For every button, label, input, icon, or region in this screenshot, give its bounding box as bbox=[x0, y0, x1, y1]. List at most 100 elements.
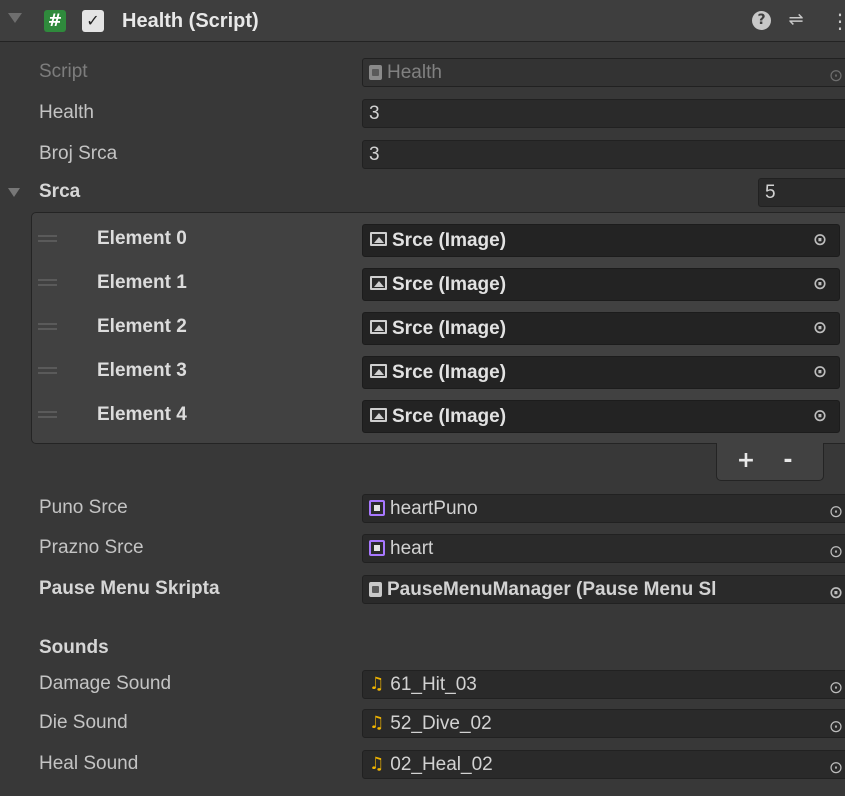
prazno-srce-label: Prazno Srce bbox=[39, 537, 144, 558]
list-item: Element 4 Srce (Image) ⊙ bbox=[0, 395, 845, 439]
image-icon bbox=[370, 408, 387, 422]
broj-srca-input[interactable]: 3 bbox=[362, 140, 845, 169]
die-sound-label: Die Sound bbox=[39, 712, 128, 733]
pause-menu-field[interactable]: PauseMenuManager (Pause Menu Sl ⊙ bbox=[362, 575, 845, 604]
broj-srca-value: 3 bbox=[369, 144, 380, 165]
element-value: Srce (Image) bbox=[392, 230, 507, 251]
drag-handle-icon[interactable] bbox=[38, 323, 57, 330]
object-picker-icon[interactable]: ⊙ bbox=[805, 227, 835, 254]
remove-element-button[interactable]: - bbox=[773, 447, 803, 475]
health-value: 3 bbox=[369, 103, 380, 124]
element-value: Srce (Image) bbox=[392, 318, 507, 339]
sprite-icon bbox=[369, 540, 385, 556]
die-sound-field[interactable]: ♫ 52_Dive_02 ⊙ bbox=[362, 709, 845, 738]
element-value: Srce (Image) bbox=[392, 406, 507, 427]
damage-sound-label: Damage Sound bbox=[39, 673, 172, 694]
element-object-field[interactable]: Srce (Image) ⊙ bbox=[362, 224, 840, 257]
heal-sound-label: Heal Sound bbox=[39, 753, 139, 774]
presets-icon[interactable]: ⇌ bbox=[786, 9, 806, 31]
object-picker-icon[interactable]: ⊙ bbox=[821, 499, 845, 522]
drag-handle-icon[interactable] bbox=[38, 279, 57, 286]
element-label: Element 2 bbox=[97, 316, 187, 337]
health-row: Health 3 bbox=[0, 95, 845, 131]
die-sound-row: Die Sound ♫ 52_Dive_02 ⊙ bbox=[0, 705, 845, 741]
damage-sound-value: 61_Hit_03 bbox=[390, 674, 477, 695]
drag-handle-icon[interactable] bbox=[38, 367, 57, 374]
inspector-panel: # ✓ Health (Script) ? ⇌ ⋮ Script Health … bbox=[0, 0, 845, 796]
object-picker-icon[interactable]: ⊙ bbox=[821, 675, 845, 698]
audio-clip-icon: ♫ bbox=[369, 713, 385, 733]
element-value: Srce (Image) bbox=[392, 362, 507, 383]
pause-menu-label: Pause Menu Skripta bbox=[39, 578, 220, 599]
object-picker-icon[interactable]: ⊙ bbox=[821, 714, 845, 737]
help-icon[interactable]: ? bbox=[752, 11, 771, 30]
puno-srce-label: Puno Srce bbox=[39, 497, 128, 518]
audio-clip-icon: ♫ bbox=[369, 754, 385, 774]
context-menu-icon[interactable]: ⋮ bbox=[830, 9, 845, 33]
broj-srca-row: Broj Srca 3 bbox=[0, 136, 845, 172]
srca-size-input[interactable]: 5 bbox=[758, 178, 845, 207]
object-picker-icon[interactable]: ⊙ bbox=[821, 539, 845, 562]
add-element-button[interactable]: + bbox=[731, 447, 761, 475]
drag-handle-icon[interactable] bbox=[38, 235, 57, 242]
prazno-srce-field[interactable]: heart ⊙ bbox=[362, 534, 845, 563]
component-title: Health (Script) bbox=[122, 10, 259, 32]
image-icon bbox=[370, 276, 387, 290]
script-asset-icon bbox=[369, 582, 382, 597]
component-header[interactable]: # ✓ Health (Script) ? ⇌ ⋮ bbox=[0, 0, 845, 42]
element-object-field[interactable]: Srce (Image) ⊙ bbox=[362, 312, 840, 345]
image-icon bbox=[370, 320, 387, 334]
foldout-arrow-icon[interactable] bbox=[8, 13, 22, 23]
element-value: Srce (Image) bbox=[392, 274, 507, 295]
damage-sound-field[interactable]: ♫ 61_Hit_03 ⊙ bbox=[362, 670, 845, 699]
list-item: Element 1 Srce (Image) ⊙ bbox=[0, 263, 845, 307]
object-picker-icon[interactable]: ⊙ bbox=[821, 580, 845, 603]
heal-sound-row: Heal Sound ♫ 02_Heal_02 ⊙ bbox=[0, 746, 845, 782]
heal-sound-field[interactable]: ♫ 02_Heal_02 ⊙ bbox=[362, 750, 845, 779]
pause-menu-row: Pause Menu Skripta PauseMenuManager (Pau… bbox=[0, 571, 845, 607]
image-icon bbox=[370, 232, 387, 246]
object-picker-icon[interactable]: ⊙ bbox=[805, 315, 835, 342]
object-picker-icon[interactable]: ⊙ bbox=[821, 755, 845, 778]
element-object-field[interactable]: Srce (Image) ⊙ bbox=[362, 268, 840, 301]
puno-srce-value: heartPuno bbox=[390, 498, 478, 519]
health-label: Health bbox=[39, 102, 94, 123]
object-picker-icon[interactable]: ⊙ bbox=[805, 359, 835, 386]
component-enabled-checkbox[interactable]: ✓ bbox=[82, 10, 104, 32]
list-item: Element 3 Srce (Image) ⊙ bbox=[0, 351, 845, 395]
script-label: Script bbox=[39, 61, 88, 82]
sprite-icon bbox=[369, 500, 385, 516]
list-item: Element 2 Srce (Image) ⊙ bbox=[0, 307, 845, 351]
srca-array-header[interactable]: Srca 5 bbox=[0, 174, 845, 210]
object-picker-icon[interactable]: ⊙ bbox=[805, 403, 835, 430]
script-value: Health bbox=[387, 62, 442, 83]
puno-srce-field[interactable]: heartPuno ⊙ bbox=[362, 494, 845, 523]
script-row: Script Health ⊙ bbox=[0, 54, 845, 90]
list-item: Element 0 Srce (Image) ⊙ bbox=[0, 219, 845, 263]
object-picker-icon: ⊙ bbox=[828, 66, 844, 86]
script-field: Health ⊙ bbox=[362, 58, 845, 87]
broj-srca-label: Broj Srca bbox=[39, 143, 118, 164]
element-object-field[interactable]: Srce (Image) ⊙ bbox=[362, 356, 840, 389]
element-object-field[interactable]: Srce (Image) ⊙ bbox=[362, 400, 840, 433]
damage-sound-row: Damage Sound ♫ 61_Hit_03 ⊙ bbox=[0, 666, 845, 702]
image-icon bbox=[370, 364, 387, 378]
drag-handle-icon[interactable] bbox=[38, 411, 57, 418]
health-input[interactable]: 3 bbox=[362, 99, 845, 128]
puno-srce-row: Puno Srce heartPuno ⊙ bbox=[0, 490, 845, 526]
object-picker-icon[interactable]: ⊙ bbox=[805, 271, 835, 298]
audio-clip-icon: ♫ bbox=[369, 674, 385, 694]
srca-foldout-icon[interactable] bbox=[8, 188, 20, 197]
pause-menu-value: PauseMenuManager (Pause Menu Sl bbox=[387, 579, 717, 600]
heal-sound-value: 02_Heal_02 bbox=[390, 754, 493, 775]
prazno-srce-row: Prazno Srce heart ⊙ bbox=[0, 530, 845, 566]
srca-label: Srca bbox=[39, 181, 81, 202]
die-sound-value: 52_Dive_02 bbox=[390, 713, 492, 734]
element-label: Element 4 bbox=[97, 404, 187, 425]
prazno-srce-value: heart bbox=[390, 538, 434, 559]
script-asset-icon bbox=[369, 65, 382, 80]
element-label: Element 3 bbox=[97, 360, 187, 381]
element-label: Element 0 bbox=[97, 228, 187, 249]
sounds-header: Sounds bbox=[39, 637, 109, 658]
element-label: Element 1 bbox=[97, 272, 187, 293]
